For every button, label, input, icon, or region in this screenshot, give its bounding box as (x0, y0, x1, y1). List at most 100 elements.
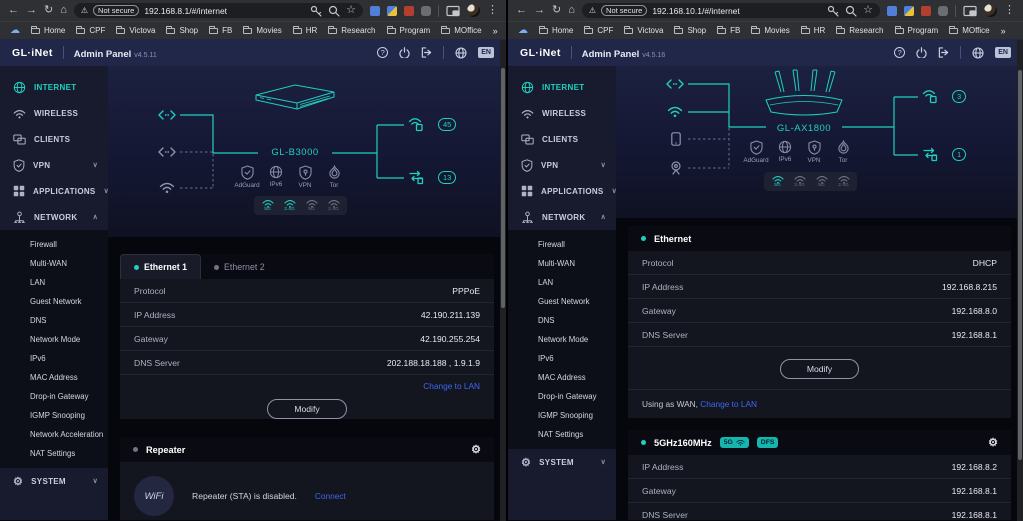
subnav-item-drop-in-gateway[interactable]: Drop-in Gateway (508, 387, 616, 406)
wired-clients-count[interactable]: 1 (952, 148, 967, 161)
band-5g[interactable]: 5G (770, 175, 785, 188)
subnav-item-nat-settings[interactable]: NAT Settings (508, 425, 616, 444)
not-secure-chip[interactable]: Not secure (93, 5, 140, 16)
home-icon[interactable]: ⌂ (568, 0, 575, 21)
band-24g[interactable]: 2.4G (282, 199, 297, 212)
bookmark-item[interactable]: Program (894, 26, 938, 35)
reload-icon[interactable]: ↻ (44, 0, 53, 21)
gear-icon[interactable]: ⚙ (988, 436, 998, 449)
reload-icon[interactable]: ↻ (552, 0, 561, 21)
vpn-feature[interactable]: VPN (804, 140, 824, 164)
browser-menu-icon[interactable]: ⋮ (487, 0, 498, 21)
subnav-item-lan[interactable]: LAN (0, 273, 108, 292)
bookmark-item[interactable]: FB (717, 26, 740, 35)
tab-ethernet-1[interactable]: Ethernet 1 (120, 254, 202, 279)
subnav-item-firewall[interactable]: Firewall (508, 235, 616, 254)
band-24g[interactable]: 2.4G (792, 175, 807, 188)
sidebar-item-vpn[interactable]: VPN ∨ (0, 152, 108, 178)
change-to-lan-link[interactable]: Change to LAN (700, 399, 757, 409)
forward-icon[interactable]: → (26, 0, 37, 21)
tor-feature[interactable]: Tor (833, 140, 853, 164)
sidebar-item-internet[interactable]: INTERNET (0, 74, 108, 100)
subnav-item-ipv6[interactable]: IPv6 (508, 349, 616, 368)
extension-icon[interactable] (404, 5, 414, 16)
bookmark-item[interactable]: MOffice (949, 26, 990, 35)
language-badge[interactable]: EN (478, 47, 494, 58)
ipv6-feature[interactable]: IPv6 (266, 165, 286, 189)
password-key-icon[interactable] (827, 5, 839, 17)
wireless-clients-icon[interactable] (408, 118, 423, 132)
subnav-item-lan[interactable]: LAN (508, 273, 616, 292)
bookmark-item[interactable]: Shop (674, 26, 706, 35)
change-to-lan-link[interactable]: Change to LAN (423, 381, 480, 391)
wireless-clients-count[interactable]: 45 (438, 118, 457, 131)
bookmark-item[interactable]: Home (539, 26, 573, 35)
ipv6-feature[interactable]: IPv6 (775, 140, 795, 164)
bookmark-item[interactable]: HR (800, 26, 825, 35)
sidebar-item-system[interactable]: ⚙ SYSTEM ∨ (508, 449, 616, 475)
wired-clients-count[interactable]: 13 (438, 171, 457, 184)
wireless-clients-icon[interactable] (922, 90, 937, 104)
subnav-item-igmp-snooping[interactable]: IGMP Snooping (0, 406, 108, 425)
band-guest-24g[interactable]: 2.4G (836, 175, 851, 188)
password-key-icon[interactable] (310, 5, 322, 17)
scrollbar-thumb[interactable] (501, 68, 505, 308)
address-bar[interactable]: ⚠ Not secure 192.168.8.1/#/internet ☆ (73, 0, 363, 21)
logout-icon[interactable] (421, 47, 432, 58)
modify-button[interactable]: Modify (267, 399, 347, 419)
bookmark-item[interactable]: Research (836, 26, 884, 35)
forward-icon[interactable]: → (534, 0, 545, 21)
language-icon[interactable] (972, 46, 984, 59)
bookmark-item[interactable]: MOffice (441, 26, 482, 35)
bookmark-item[interactable]: Shop (166, 26, 198, 35)
reboot-icon[interactable] (916, 47, 927, 58)
back-icon[interactable]: ← (516, 0, 527, 21)
wireless-clients-count[interactable]: 3 (952, 90, 967, 103)
subnav-item-network-mode[interactable]: Network Mode (508, 330, 616, 349)
sidebar-item-applications[interactable]: APPLICATIONS ∨ (508, 178, 617, 204)
bookmark-item[interactable]: Movies (243, 26, 282, 35)
extensions-puzzle-icon[interactable] (421, 5, 431, 16)
subnav-item-dns[interactable]: DNS (0, 311, 108, 330)
page-scrollbar[interactable] (1017, 40, 1023, 521)
page-scrollbar[interactable] (500, 40, 506, 521)
bookmark-item[interactable]: Victova (116, 26, 155, 35)
bookmark-item[interactable]: FB (209, 26, 232, 35)
band-guest-24g[interactable]: 2.4G (326, 199, 341, 212)
subnav-item-mac-address[interactable]: MAC Address (508, 368, 616, 387)
bookmarks-overflow-icon[interactable]: » (1001, 26, 1006, 36)
connect-link[interactable]: Connect (315, 491, 346, 501)
subnav-item-guest-network[interactable]: Guest Network (508, 292, 616, 311)
cloud-bookmark-icon[interactable]: ☁ (10, 25, 20, 36)
sidebar-item-clients[interactable]: CLIENTS (508, 126, 616, 152)
extension-icon[interactable] (370, 5, 380, 16)
home-icon[interactable]: ⌂ (60, 0, 67, 21)
subnav-item-ipv6[interactable]: IPv6 (0, 349, 108, 368)
bookmark-star-icon[interactable]: ☆ (346, 0, 356, 21)
subnav-item-drop-in-gateway[interactable]: Drop-in Gateway (0, 387, 108, 406)
bookmark-item[interactable]: Home (31, 26, 65, 35)
subnav-item-multiwan[interactable]: Multi-WAN (508, 254, 616, 273)
help-icon[interactable]: ? (377, 47, 389, 58)
bookmark-item[interactable]: HR (292, 26, 317, 35)
gear-icon[interactable]: ⚙ (471, 443, 481, 456)
subnav-item-igmp-snooping[interactable]: IGMP Snooping (508, 406, 616, 425)
modify-button[interactable]: Modify (779, 359, 860, 379)
extensions-puzzle-icon[interactable] (938, 5, 948, 16)
zoom-icon[interactable] (845, 5, 857, 17)
extension-icon[interactable] (887, 5, 897, 16)
subnav-item-multiwan[interactable]: Multi-WAN (0, 254, 108, 273)
cast-icon[interactable] (963, 5, 977, 17)
sidebar-item-wireless[interactable]: WIRELESS (508, 100, 616, 126)
subnav-item-network-mode[interactable]: Network Mode (0, 330, 108, 349)
subnav-item-dns[interactable]: DNS (508, 311, 616, 330)
bookmark-item[interactable]: Research (328, 26, 376, 35)
bookmark-item[interactable]: Movies (751, 26, 790, 35)
language-icon[interactable] (455, 46, 467, 59)
adguard-feature[interactable]: AdGuard (743, 140, 769, 164)
browser-menu-icon[interactable]: ⋮ (1004, 0, 1015, 21)
cloud-bookmark-icon[interactable]: ☁ (518, 25, 528, 36)
help-icon[interactable]: ? (894, 47, 906, 58)
band-guest-5g[interactable]: 5G (814, 175, 829, 188)
subnav-item-nat-settings[interactable]: NAT Settings (0, 444, 108, 463)
